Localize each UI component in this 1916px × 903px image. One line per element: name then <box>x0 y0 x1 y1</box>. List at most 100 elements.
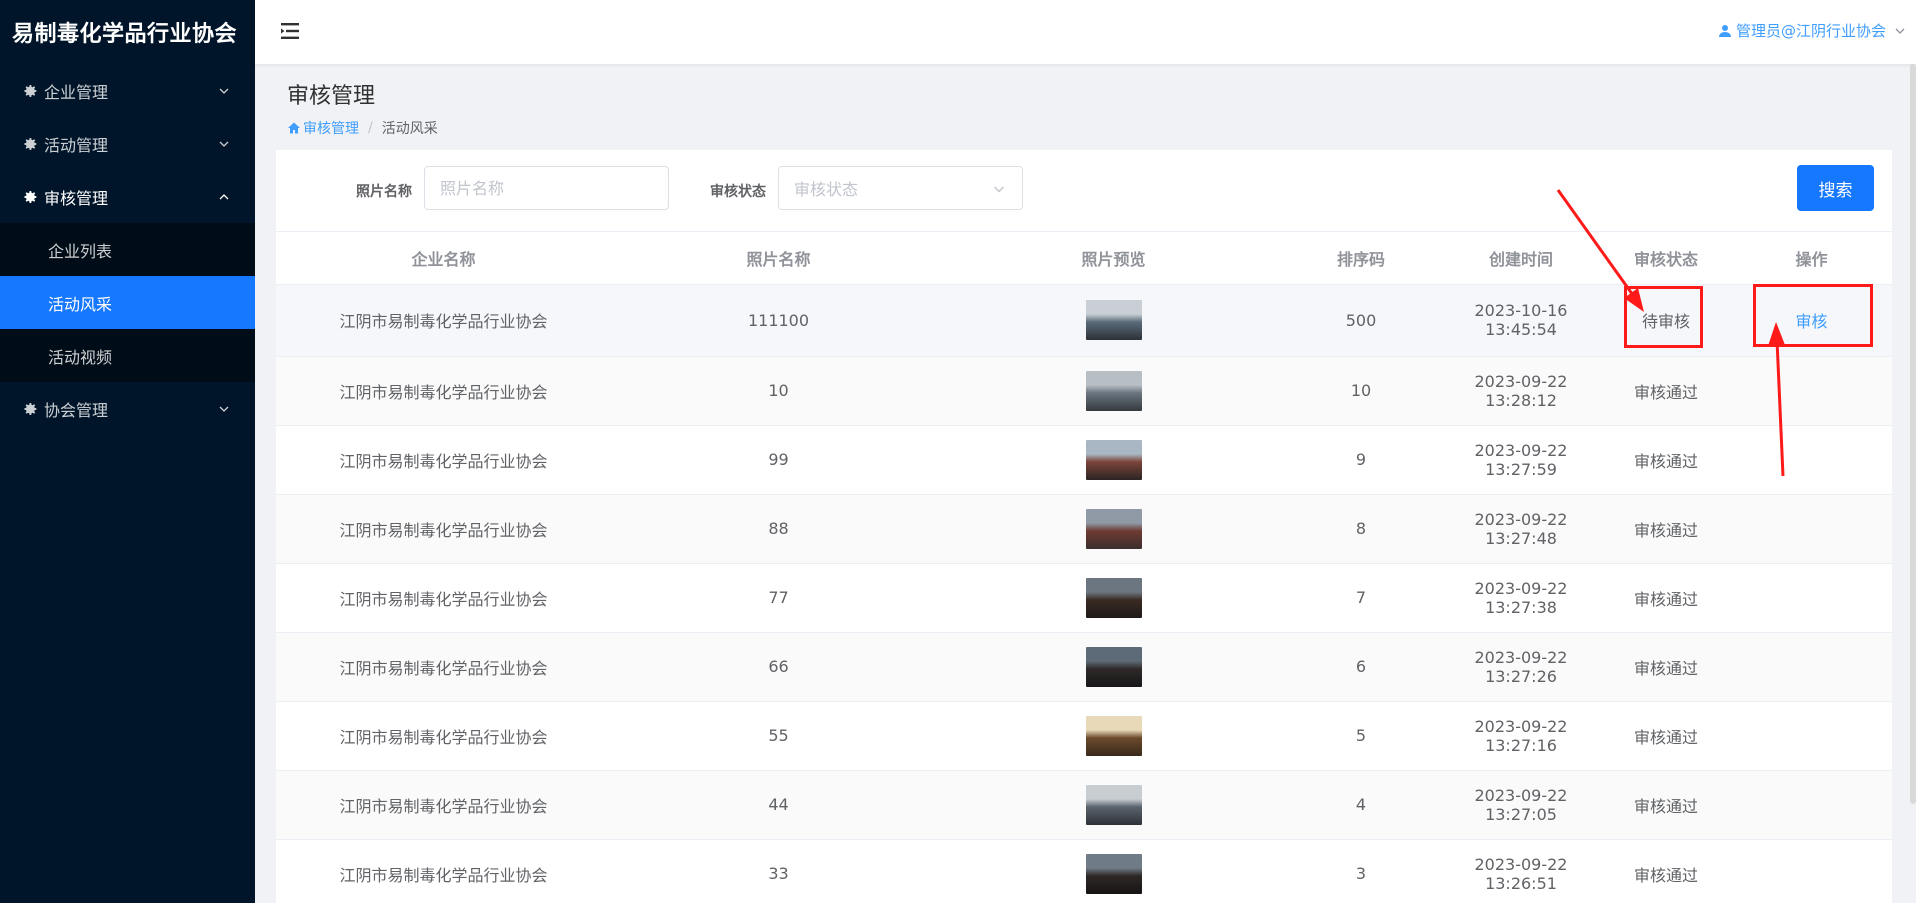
photo-preview-cell <box>946 425 1281 495</box>
photo-name-input[interactable] <box>424 166 669 210</box>
status-badge: 审核通过 <box>1633 796 1698 816</box>
status-select-placeholder: 审核状态 <box>794 180 859 199</box>
sidebar-item-activity-photos[interactable]: 活动风采 <box>0 276 255 329</box>
action-cell <box>1731 701 1892 771</box>
action-cell <box>1731 839 1892 903</box>
sidebar-item-enterprise[interactable]: 企业管理 <box>0 64 255 117</box>
photo-thumbnail[interactable] <box>1085 508 1142 549</box>
gear-icon <box>22 189 38 205</box>
sidebar-item-enterprise-list[interactable]: 企业列表 <box>0 223 255 276</box>
created-time-cell: 2023-09-22 13:27:16 <box>1441 701 1601 771</box>
table-row: 江阴市易制毒化学品行业协会 33 3 2023-09-22 13:26:51 审核通过 <box>276 839 1892 903</box>
company-cell: 江阴市易制毒化学品行业协会 <box>276 563 611 633</box>
status-badge: 审核通过 <box>1633 451 1698 471</box>
chevron-down-icon <box>217 137 231 151</box>
status-cell: 待审核 <box>1601 284 1731 357</box>
photo-thumbnail[interactable] <box>1085 577 1142 618</box>
user-name: 管理员@江阴行业协会 <box>1735 22 1886 40</box>
table-header-row: 企业名称 照片名称 照片预览 排序码 创建时间 审核状态 操作 <box>276 232 1892 285</box>
gear-icon <box>22 136 38 152</box>
column-header: 操作 <box>1731 232 1892 285</box>
status-cell: 审核通过 <box>1601 494 1731 564</box>
column-header: 排序码 <box>1281 232 1441 285</box>
photo-thumbnail[interactable] <box>1085 370 1142 411</box>
company-cell: 江阴市易制毒化学品行业协会 <box>276 632 611 702</box>
sidebar-item-label: 活动管理 <box>44 135 109 155</box>
sort-code-cell: 500 <box>1281 284 1441 357</box>
status-badge: 审核通过 <box>1633 865 1698 885</box>
photo-name-cell: 77 <box>611 563 946 633</box>
status-cell: 审核通过 <box>1601 701 1731 771</box>
sort-code-cell: 6 <box>1281 632 1441 702</box>
status-badge: 审核通过 <box>1633 727 1698 747</box>
data-table: 企业名称 照片名称 照片预览 排序码 创建时间 审核状态 操作 江阴市易制毒化学… <box>276 232 1892 903</box>
sidebar: 易制毒化学品行业协会 企业管理 活动管理 审核管理 企业列表 活动风采 活动视频… <box>0 0 255 903</box>
user-icon <box>1718 24 1732 38</box>
status-select[interactable]: 审核状态 <box>778 166 1023 210</box>
table-row: 江阴市易制毒化学品行业协会 99 9 2023-09-22 13:27:59 审核通过 <box>276 425 1892 495</box>
company-cell: 江阴市易制毒化学品行业协会 <box>276 494 611 564</box>
status-cell: 审核通过 <box>1601 839 1731 903</box>
status-badge: 审核通过 <box>1633 658 1698 678</box>
photo-name-cell: 33 <box>611 839 946 903</box>
action-cell <box>1731 563 1892 633</box>
table-row: 江阴市易制毒化学品行业协会 55 5 2023-09-22 13:27:16 审核通过 <box>276 701 1892 771</box>
company-cell: 江阴市易制毒化学品行业协会 <box>276 356 611 426</box>
photo-name-cell: 88 <box>611 494 946 564</box>
photo-thumbnail[interactable] <box>1085 784 1142 825</box>
company-cell: 江阴市易制毒化学品行业协会 <box>276 770 611 840</box>
photo-name-cell: 111100 <box>611 284 946 357</box>
breadcrumb: 审核管理 / 活动风采 <box>287 118 438 138</box>
review-link[interactable]: 审核 <box>1795 308 1827 332</box>
created-time-cell: 2023-09-22 13:27:38 <box>1441 563 1601 633</box>
top-header: 管理员@江阴行业协会 <box>255 0 1916 64</box>
table-row: 江阴市易制毒化学品行业协会 77 7 2023-09-22 13:27:38 审核通过 <box>276 563 1892 633</box>
photo-name-cell: 44 <box>611 770 946 840</box>
chevron-down-icon <box>217 84 231 98</box>
action-cell <box>1731 356 1892 426</box>
photo-name-cell: 10 <box>611 356 946 426</box>
status-badge: 审核通过 <box>1633 520 1698 540</box>
status-label: 审核状态 <box>710 184 766 200</box>
breadcrumb-home[interactable]: 审核管理 <box>287 118 359 138</box>
action-cell <box>1731 494 1892 564</box>
filter-bar: 照片名称 审核状态 审核状态 搜索 <box>276 150 1892 232</box>
sidebar-menu: 企业管理 活动管理 审核管理 企业列表 活动风采 活动视频 协会管理 <box>0 64 255 435</box>
status-badge: 待审核 <box>1641 312 1690 331</box>
table-row: 江阴市易制毒化学品行业协会 88 8 2023-09-22 13:27:48 审核通过 <box>276 494 1892 564</box>
photo-thumbnail[interactable] <box>1085 646 1142 687</box>
home-icon <box>287 121 301 135</box>
column-header: 照片预览 <box>946 232 1281 285</box>
action-cell: 审核 <box>1731 284 1892 357</box>
created-time-cell: 2023-09-22 13:28:12 <box>1441 356 1601 426</box>
photo-thumbnail[interactable] <box>1085 853 1142 894</box>
created-time-cell: 2023-09-22 13:27:05 <box>1441 770 1601 840</box>
table-row: 江阴市易制毒化学品行业协会 111100 500 2023-10-16 13:45:5… <box>276 284 1892 357</box>
page-title: 审核管理 <box>287 84 376 109</box>
status-cell: 审核通过 <box>1601 425 1731 495</box>
page-scrollbar[interactable] <box>1910 64 1916 804</box>
gear-icon <box>22 83 38 99</box>
menu-fold-icon[interactable] <box>279 20 301 42</box>
photo-preview-cell <box>946 494 1281 564</box>
gear-icon <box>22 401 38 417</box>
photo-name-cell: 55 <box>611 701 946 771</box>
photo-preview-cell <box>946 632 1281 702</box>
sort-code-cell: 4 <box>1281 770 1441 840</box>
status-cell: 审核通过 <box>1601 356 1731 426</box>
photo-name-cell: 66 <box>611 632 946 702</box>
sidebar-item-association[interactable]: 协会管理 <box>0 382 255 435</box>
user-menu[interactable]: 管理员@江阴行业协会 <box>1718 20 1906 41</box>
photo-preview-cell <box>946 356 1281 426</box>
sidebar-item-review[interactable]: 审核管理 <box>0 170 255 223</box>
sidebar-item-activity[interactable]: 活动管理 <box>0 117 255 170</box>
sidebar-item-label: 审核管理 <box>44 188 109 208</box>
company-cell: 江阴市易制毒化学品行业协会 <box>276 701 611 771</box>
sidebar-item-activity-videos[interactable]: 活动视频 <box>0 329 255 382</box>
photo-thumbnail[interactable] <box>1085 715 1142 756</box>
photo-thumbnail[interactable] <box>1085 439 1142 480</box>
action-cell <box>1731 425 1892 495</box>
search-button[interactable]: 搜索 <box>1797 165 1874 211</box>
photo-thumbnail[interactable] <box>1085 300 1142 340</box>
table-row: 江阴市易制毒化学品行业协会 66 6 2023-09-22 13:27:26 审核通过 <box>276 632 1892 702</box>
